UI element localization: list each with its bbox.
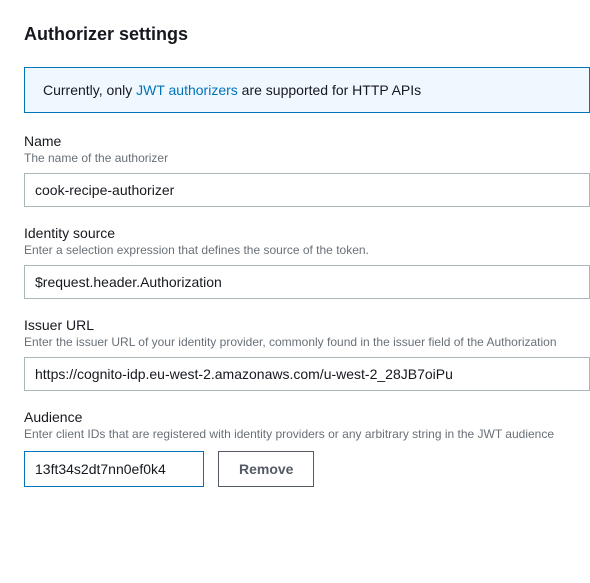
identity-source-label: Identity source	[24, 225, 590, 241]
name-field-group: Name The name of the authorizer	[24, 133, 590, 207]
identity-source-description: Enter a selection expression that define…	[24, 243, 590, 257]
issuer-url-field-group: Issuer URL Enter the issuer URL of your …	[24, 317, 590, 391]
page-title: Authorizer settings	[24, 24, 590, 45]
info-alert-text-suffix: are supported for HTTP APIs	[238, 82, 421, 98]
audience-input[interactable]	[24, 451, 204, 487]
jwt-authorizers-link[interactable]: JWT authorizers	[136, 82, 238, 98]
audience-field-group: Audience Enter client IDs that are regis…	[24, 409, 590, 487]
identity-source-input[interactable]	[24, 265, 590, 299]
audience-label: Audience	[24, 409, 590, 425]
issuer-url-description: Enter the issuer URL of your identity pr…	[24, 335, 590, 349]
name-description: The name of the authorizer	[24, 151, 590, 165]
issuer-url-input[interactable]	[24, 357, 590, 391]
identity-source-field-group: Identity source Enter a selection expres…	[24, 225, 590, 299]
issuer-url-label: Issuer URL	[24, 317, 590, 333]
remove-button[interactable]: Remove	[218, 451, 314, 487]
name-input[interactable]	[24, 173, 590, 207]
info-alert-text-prefix: Currently, only	[43, 82, 136, 98]
name-label: Name	[24, 133, 590, 149]
audience-row: Remove	[24, 451, 590, 487]
audience-description: Enter client IDs that are registered wit…	[24, 427, 590, 441]
info-alert: Currently, only JWT authorizers are supp…	[24, 67, 590, 113]
